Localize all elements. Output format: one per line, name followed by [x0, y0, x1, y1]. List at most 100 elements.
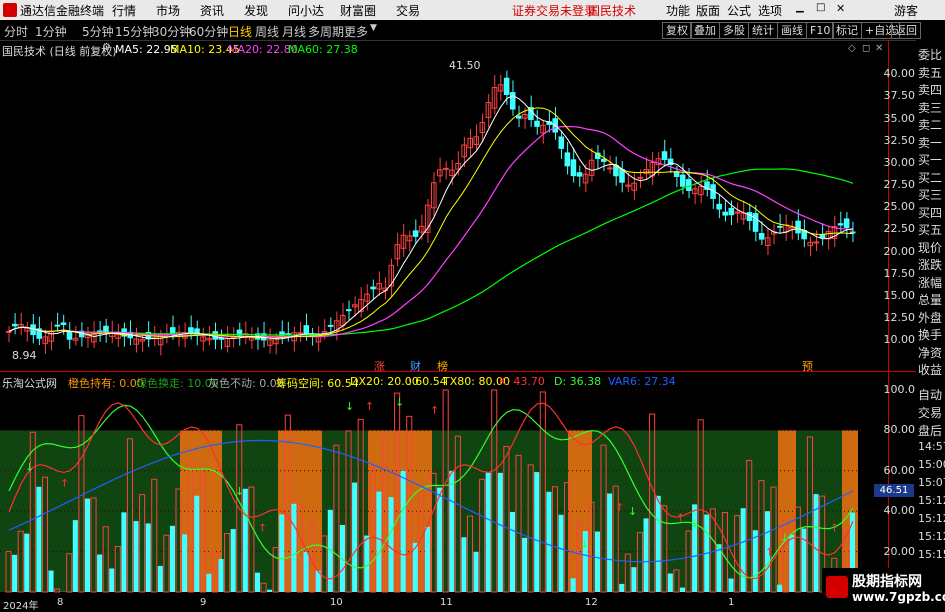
tab-period-daily[interactable]: 日线	[228, 23, 252, 40]
indicator-chart-svg[interactable]: ↓↑↓↑↓↑↓↑↓↑↓↑↓↑↓↑	[0, 372, 888, 597]
indicator-green-switch: 绿色换走: 10.00	[136, 375, 219, 391]
tab-period-1min[interactable]: 1分钟	[35, 23, 67, 40]
indicator-axis-label: 100.0	[884, 383, 916, 396]
price-chart-panel[interactable]: 国民技术 (日线 前复权) ⚙ MA5: 22.95 MA10: 23.45 M…	[0, 40, 888, 370]
draw-line-button[interactable]: 画线	[777, 22, 807, 39]
panel-expand-icon[interactable]: ◇	[848, 43, 856, 54]
minimize-icon[interactable]: ▁	[796, 2, 804, 13]
menu-fortune[interactable]: 财富圈	[340, 2, 376, 19]
panel-restore-icon[interactable]: ◻	[862, 43, 870, 54]
mark-button[interactable]: 标记	[832, 22, 862, 39]
back-button[interactable]: 返回	[891, 22, 921, 39]
indicator-cyan-bar	[437, 488, 442, 592]
overlay-button[interactable]: 叠加	[690, 22, 720, 39]
indicator-cyan-bar	[49, 571, 54, 592]
side-quote-9[interactable]: 买四	[918, 204, 942, 221]
side-tick-9[interactable]: 15:15	[918, 548, 945, 561]
menu-news[interactable]: 资讯	[200, 2, 224, 19]
side-tick-8[interactable]: 15:12	[918, 530, 945, 543]
side-quote-14[interactable]: 总量	[918, 291, 942, 308]
side-quote-5[interactable]: 卖一	[918, 134, 942, 151]
side-tick-6[interactable]: 15:12	[918, 494, 945, 507]
statistics-button[interactable]: 统计	[748, 22, 778, 39]
indicator-chart-panel[interactable]: ↓↑↓↑↓↑↓↑↓↑↓↑↓↑↓↑ 乐淘公式网 橙色持有: 0.00 绿色换走: …	[0, 372, 888, 597]
f10-button[interactable]: F10	[806, 22, 834, 39]
menu-trade[interactable]: 交易	[396, 2, 420, 19]
tab-period-weekly[interactable]: 周线	[255, 23, 279, 40]
settings-gear-icon[interactable]: ⚙	[102, 42, 111, 53]
indicator-cyan-bar	[134, 521, 139, 592]
tab-period-5min[interactable]: 5分钟	[82, 23, 114, 40]
menu-ask[interactable]: 问小达	[288, 2, 324, 19]
indicator-cyan-bar	[741, 508, 746, 592]
side-tick-1[interactable]: 交易	[918, 404, 942, 421]
indicator-cyan-bar	[680, 588, 685, 592]
signal-arrow-icon: ↑	[676, 511, 685, 524]
side-quote-12[interactable]: 涨跌	[918, 256, 942, 273]
candle-body	[104, 326, 109, 332]
indicator-cyan-bar	[559, 515, 564, 592]
indicator-cyan-bar	[607, 494, 612, 592]
menu-formula[interactable]: 公式	[727, 2, 751, 19]
date-axis: 2024年891011121	[0, 597, 888, 609]
side-quote-7[interactable]: 买二	[918, 169, 942, 186]
indicator-cyan-bar	[401, 471, 406, 592]
more-dropdown-icon[interactable]: ▼	[370, 23, 377, 33]
indicator-name-label[interactable]: 乐淘公式网	[2, 375, 57, 391]
candle-body	[820, 235, 825, 238]
ma20-line	[9, 127, 853, 337]
side-quote-11[interactable]: 现价	[918, 239, 942, 256]
tab-period-30min[interactable]: 30分钟	[152, 23, 191, 40]
indicator-cyan-bar	[644, 518, 649, 592]
indicator-cyan-bar	[461, 537, 466, 592]
side-quote-10[interactable]: 买五	[918, 221, 942, 238]
menu-options[interactable]: 选项	[758, 2, 782, 19]
menu-layout[interactable]: 版面	[696, 2, 720, 19]
side-quote-1[interactable]: 卖五	[918, 64, 942, 81]
side-quote-6[interactable]: 买一	[918, 151, 942, 168]
side-quote-17[interactable]: 净资	[918, 344, 942, 361]
login-warning[interactable]: 证券交易未登录	[512, 2, 596, 19]
close-icon[interactable]: ✕	[836, 2, 845, 15]
menu-quotes[interactable]: 行情	[112, 2, 136, 19]
tab-period-fenshi[interactable]: 分时	[4, 23, 28, 40]
candle-body	[608, 168, 613, 169]
side-tick-0[interactable]: 自动	[918, 386, 942, 403]
side-quote-2[interactable]: 卖四	[918, 81, 942, 98]
side-tick-5[interactable]: 15:07	[918, 476, 945, 489]
signal-arrow-icon: ↓	[25, 461, 34, 474]
side-quote-0[interactable]: 委比	[918, 46, 942, 63]
price-axis-label: 25.00	[884, 200, 916, 213]
side-quote-18[interactable]: 收益	[918, 361, 942, 378]
side-tick-3[interactable]: 14:57	[918, 440, 945, 453]
side-quote-16[interactable]: 换手	[918, 326, 942, 343]
tab-period-60min[interactable]: 60分钟	[189, 23, 228, 40]
side-tick-7[interactable]: 15:12	[918, 512, 945, 525]
maximize-icon[interactable]: □	[816, 2, 825, 13]
side-tick-2[interactable]: 盘后	[918, 422, 942, 439]
menu-discover[interactable]: 发现	[244, 2, 268, 19]
side-quote-4[interactable]: 卖二	[918, 116, 942, 133]
price-axis-label: 37.50	[884, 89, 916, 102]
menu-function[interactable]: 功能	[666, 2, 690, 19]
tab-period-multi[interactable]: 多周期	[308, 23, 344, 40]
indicator-cyan-bar	[729, 579, 734, 592]
side-quote-15[interactable]: 外盘	[918, 309, 942, 326]
tab-period-15min[interactable]: 15分钟	[115, 23, 154, 40]
panel-close-icon[interactable]: ✕	[875, 43, 883, 54]
side-quote-8[interactable]: 买三	[918, 186, 942, 203]
tab-period-monthly[interactable]: 月线	[282, 23, 306, 40]
tab-period-more[interactable]: 更多	[344, 23, 368, 40]
indicator-chip-space: 筹码空间: 60.54	[276, 375, 359, 391]
candle-body	[535, 121, 540, 126]
restore-right-button[interactable]: 复权	[662, 22, 692, 39]
price-chart-svg[interactable]	[0, 40, 888, 370]
candle-body	[371, 287, 376, 289]
side-quote-3[interactable]: 卖三	[918, 99, 942, 116]
guest-label[interactable]: 游客	[894, 2, 918, 19]
multi-stock-button[interactable]: 多股	[719, 22, 749, 39]
side-tick-4[interactable]: 15:00	[918, 458, 945, 471]
indicator-cyan-bar	[73, 520, 78, 592]
side-quote-13[interactable]: 涨幅	[918, 274, 942, 291]
menu-market[interactable]: 市场	[156, 2, 180, 19]
